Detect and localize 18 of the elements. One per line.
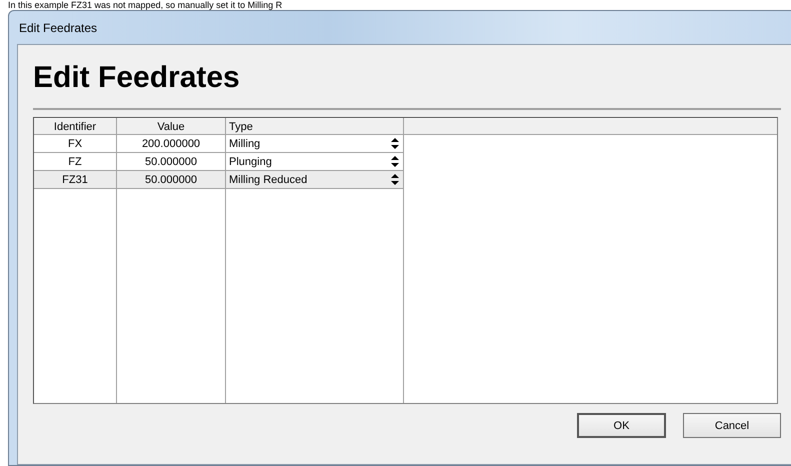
- caption-text: In this example FZ31 was not mapped, so manually set it to Milling R: [7, 0, 282, 10]
- column-header[interactable]: Identifier: [34, 118, 116, 135]
- table-cell: 50.000000: [117, 171, 225, 189]
- column-header[interactable]: [404, 118, 777, 135]
- column-header[interactable]: Value: [117, 118, 225, 135]
- column-header[interactable]: Type: [226, 118, 403, 135]
- spinner-icon[interactable]: [391, 174, 399, 185]
- spinner-icon[interactable]: [391, 138, 399, 149]
- spinner-icon[interactable]: [391, 156, 399, 167]
- heading: Edit Feedrates: [33, 60, 240, 96]
- cancel-button[interactable]: Cancel: [683, 413, 781, 438]
- type-dropdown[interactable]: Milling: [229, 138, 260, 150]
- ok-button[interactable]: OK: [577, 413, 666, 438]
- window-title: Edit Feedrates: [19, 20, 98, 34]
- table-cell: FZ31: [34, 171, 116, 189]
- table-cell: FX: [34, 135, 116, 153]
- type-dropdown[interactable]: Plunging: [229, 156, 272, 168]
- table-cell: 200.000000: [117, 135, 225, 153]
